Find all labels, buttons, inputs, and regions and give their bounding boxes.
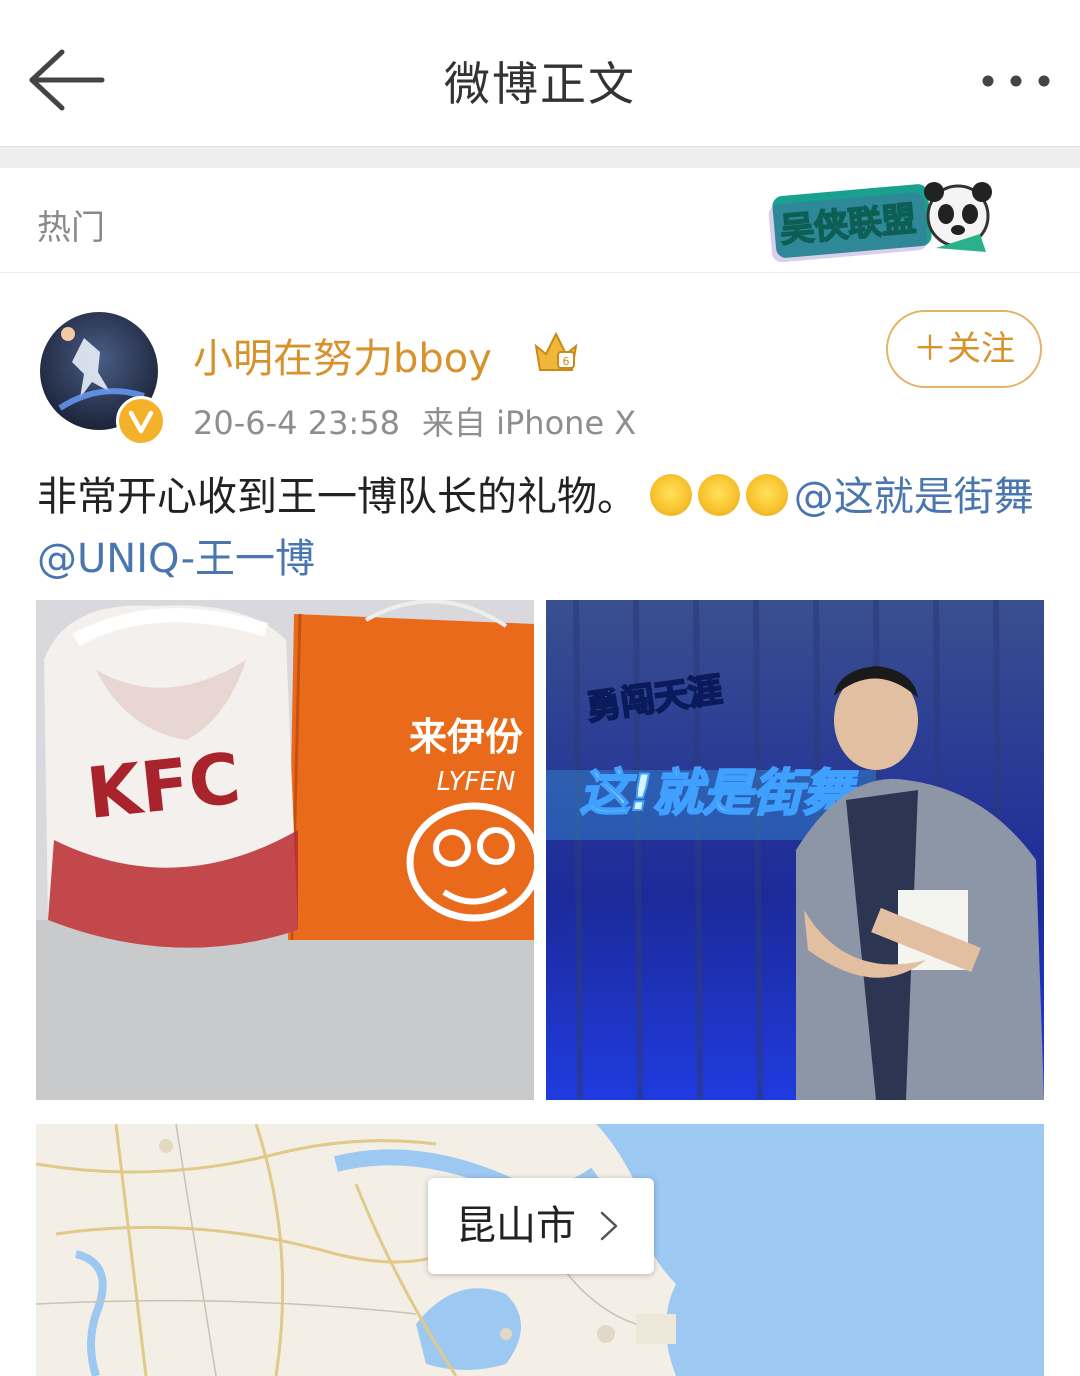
- photo-text-kfc: KFC: [83, 737, 244, 835]
- top-navigation-bar: 微博正文: [0, 0, 1080, 146]
- chevron-right-icon: [600, 1211, 618, 1241]
- section-divider: [0, 146, 1080, 170]
- photo-text-lyf: 来伊份: [409, 715, 523, 759]
- follow-button[interactable]: ＋关注: [886, 310, 1042, 388]
- emoji-face-icon: [697, 474, 740, 516]
- location-tag[interactable]: 昆山市: [428, 1178, 654, 1274]
- stage-logo-main: 这!就是街舞: [580, 764, 859, 822]
- vip-crown-icon: 6: [534, 331, 578, 371]
- location-name: 昆山市: [456, 1203, 576, 1249]
- wuxia-alliance-badge[interactable]: 吴侠联盟: [760, 176, 1000, 266]
- source-prefix: 来自: [421, 404, 486, 442]
- mention-link[interactable]: @这就是街舞: [794, 474, 1034, 520]
- page-title: 微博正文: [444, 57, 636, 111]
- post-body: 非常开心收到王一博队长的礼物。: [37, 474, 637, 520]
- post-meta: 20-6-4 23:58 来自 iPhone X: [193, 398, 636, 444]
- post-photo[interactable]: 来伊份 LYFEN KFC: [36, 600, 534, 1100]
- mention-link[interactable]: @UNIQ-王一博: [37, 536, 315, 582]
- emoji-face-icon: [649, 474, 692, 516]
- photo-text-lyfen: LYFEN: [437, 767, 516, 797]
- more-dots-icon[interactable]: [978, 64, 1054, 98]
- username[interactable]: 小明在努力bboy: [193, 326, 492, 384]
- post-photo[interactable]: 勇闯天涯 这!就是街舞: [546, 600, 1044, 1100]
- timestamp: 20-6-4 23:58: [193, 404, 400, 442]
- hot-label: 热门: [37, 208, 105, 248]
- verified-v-icon: [116, 396, 166, 446]
- svg-text:6: 6: [563, 355, 570, 368]
- device-name: iPhone X: [496, 404, 637, 442]
- post-text: 非常开心收到王一博队长的礼物。 @这就是街舞 @UNIQ-王一博: [37, 466, 1047, 590]
- emoji-face-icon: [745, 474, 788, 516]
